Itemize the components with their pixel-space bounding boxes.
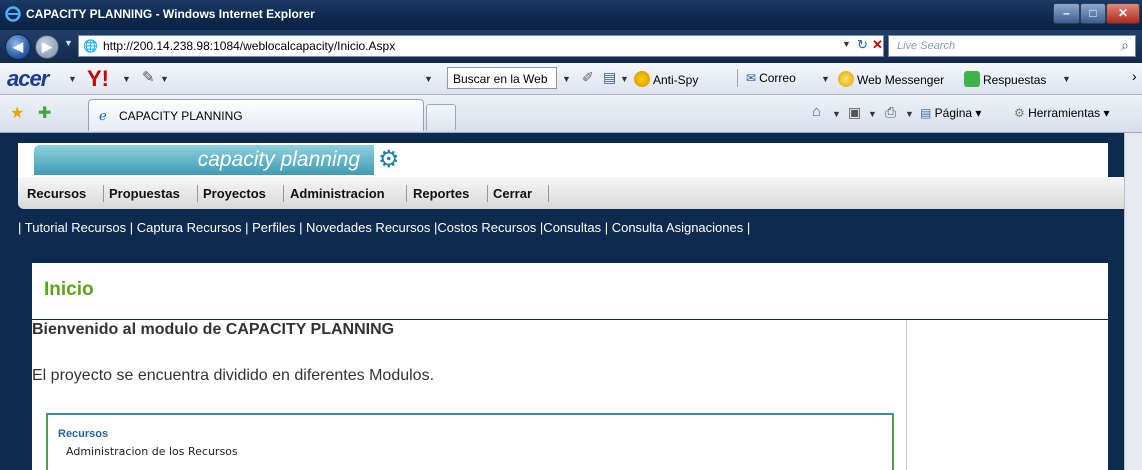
back-arrow-icon: ◀: [13, 39, 23, 54]
tab-capacity-planning[interactable]: ℯ CAPACITY PLANNING: [88, 99, 424, 131]
home-icon[interactable]: ⌂: [812, 103, 821, 120]
gear-icon: ⚙: [378, 146, 400, 173]
right-column-divider: [906, 320, 907, 470]
recent-pages-dropdown-icon[interactable]: ▼: [64, 38, 73, 48]
respuestas-dropdown-icon[interactable]: ▼: [1062, 74, 1071, 84]
yahoo-dropdown-icon[interactable]: ▼: [122, 74, 131, 84]
search-icon[interactable]: ⌕: [1121, 37, 1129, 54]
heading-divider: [32, 319, 1108, 320]
site-logo[interactable]: capacity planning: [34, 145, 374, 175]
print-icon[interactable]: ⎙: [885, 104, 896, 121]
toolbar-overflow-icon[interactable]: ›: [1132, 68, 1137, 84]
respuestas-button[interactable]: Respuestas: [964, 71, 1046, 87]
menu-reportes[interactable]: Reportes: [413, 186, 469, 201]
acer-logo[interactable]: acer: [7, 66, 49, 92]
minimize-button[interactable]: –: [1053, 3, 1080, 24]
anti-spy-icon: [634, 71, 650, 87]
buscar-en-la-web-button[interactable]: Buscar en la Web: [447, 67, 557, 89]
menu-separator: [406, 185, 407, 202]
module-title[interactable]: Recursos: [58, 428, 108, 440]
welcome-text: Bienvenido al modulo de CAPACITY PLANNIN…: [32, 321, 395, 338]
recursos-submenu[interactable]: | Tutorial Recursos | Captura Recursos |…: [18, 220, 750, 235]
acer-dropdown-icon[interactable]: ▼: [68, 74, 77, 84]
feeds-dropdown-icon[interactable]: ▼: [868, 109, 877, 119]
url-dropdown-icon[interactable]: ▼: [842, 39, 851, 49]
intro-text: El proyecto se encuentra dividido en dif…: [32, 367, 435, 384]
page-scrollbar[interactable]: [1124, 133, 1142, 470]
herramientas-menu[interactable]: ⚙ Herramientas ▾: [1014, 106, 1109, 120]
address-bar: ◀ ▶ ▼ 🌐 http://200.14.238.98:1084/webloc…: [0, 30, 1142, 63]
favorites-star-icon[interactable]: ★: [10, 103, 24, 123]
window-title: CAPACITY PLANNING - Windows Internet Exp…: [26, 7, 315, 21]
yahoo-search-dropdown-icon[interactable]: ▼: [424, 74, 433, 84]
yahoo-search-input[interactable]: [200, 68, 420, 89]
search-input[interactable]: Live Search ⌕: [888, 35, 1136, 57]
ie-page-icon: ℯ: [99, 108, 107, 123]
respuestas-icon: [964, 71, 980, 87]
web-messenger-button[interactable]: Web Messenger: [838, 71, 944, 87]
correo-button[interactable]: ✉ Correo: [746, 71, 796, 85]
search-placeholder: Live Search: [897, 40, 956, 52]
menu-separator: [548, 185, 549, 202]
menu-separator: [197, 185, 198, 202]
url-text: http://200.14.238.98:1084/weblocalcapaci…: [103, 39, 396, 53]
yahoo-logo[interactable]: Y!: [87, 66, 109, 92]
maximize-button[interactable]: □: [1080, 3, 1106, 24]
print-dropdown-icon[interactable]: ▼: [905, 109, 914, 119]
site-menu-bar: Recursos Propuestas Proyectos Administra…: [18, 177, 1136, 209]
page-icon: ▤: [920, 106, 935, 120]
tab-label: CAPACITY PLANNING: [119, 109, 243, 123]
url-field[interactable]: 🌐 http://200.14.238.98:1084/weblocalcapa…: [78, 35, 884, 57]
logo-text: capacity planning: [197, 148, 360, 171]
forward-arrow-icon: ▶: [42, 39, 52, 54]
gear-icon: ⚙: [1014, 106, 1029, 120]
pencil-icon[interactable]: ✎: [142, 68, 155, 86]
close-button[interactable]: ✕: [1106, 3, 1140, 24]
forward-button[interactable]: ▶: [35, 35, 59, 59]
module-card-recursos: Recursos Administracion de los Recursos: [46, 413, 894, 470]
pencil-dropdown-icon[interactable]: ▼: [160, 74, 169, 84]
highlight-icon[interactable]: ✐: [582, 69, 594, 86]
pagina-menu[interactable]: ▤ Página ▾: [920, 106, 981, 120]
menu-cerrar[interactable]: Cerrar: [493, 186, 532, 201]
feeds-icon[interactable]: ▣: [848, 104, 861, 121]
anti-spy-button[interactable]: Anti-Spy: [634, 71, 698, 87]
menu-recursos[interactable]: Recursos: [27, 186, 86, 201]
menu-separator: [283, 185, 284, 202]
buscar-label: Buscar en la Web: [453, 72, 548, 86]
menu-propuestas[interactable]: Propuestas: [109, 186, 180, 201]
add-favorites-icon[interactable]: ✚: [38, 103, 51, 123]
page-icon: 🌐: [83, 39, 98, 53]
messenger-smiley-icon: [838, 71, 854, 87]
module-description: Administracion de los Recursos: [66, 445, 238, 458]
buscar-dropdown-icon[interactable]: ▼: [562, 74, 571, 84]
browser-toolbar: acer ▼ Y! ▼ ✎ ▼ ▼ Buscar en la Web ▼ ✐ ▤…: [0, 63, 1142, 95]
home-dropdown-icon[interactable]: ▼: [832, 109, 841, 119]
internet-explorer-icon: [5, 6, 21, 22]
menu-proyectos[interactable]: Proyectos: [203, 186, 266, 201]
back-button[interactable]: ◀: [5, 34, 31, 60]
layout-icon[interactable]: ▤: [603, 69, 616, 86]
correo-dropdown-icon[interactable]: ▼: [821, 74, 830, 84]
toolbar-separator: [737, 69, 738, 87]
site-banner: capacity planning ⚙: [18, 143, 1108, 177]
page-viewport: capacity planning ⚙ Recursos Propuestas …: [18, 133, 1142, 470]
refresh-icon[interactable]: ↻: [857, 37, 868, 53]
menu-separator: [487, 185, 488, 202]
menu-administracion[interactable]: Administracion: [290, 186, 385, 201]
menu-separator: [103, 185, 104, 202]
mail-icon: ✉: [746, 71, 757, 85]
stop-icon[interactable]: ✕: [872, 37, 883, 53]
layout-dropdown-icon[interactable]: ▼: [620, 74, 629, 84]
window-title-bar: CAPACITY PLANNING - Windows Internet Exp…: [0, 0, 1142, 30]
content-panel: Inicio Bienvenido al modulo de CAPACITY …: [32, 263, 1108, 470]
new-tab-button[interactable]: [426, 104, 456, 130]
page-heading: Inicio: [44, 279, 94, 300]
tab-bar: ★ ✚ ℯ CAPACITY PLANNING ⌂ ▼ ▣ ▼ ⎙ ▼ ▤ Pá…: [0, 95, 1142, 133]
